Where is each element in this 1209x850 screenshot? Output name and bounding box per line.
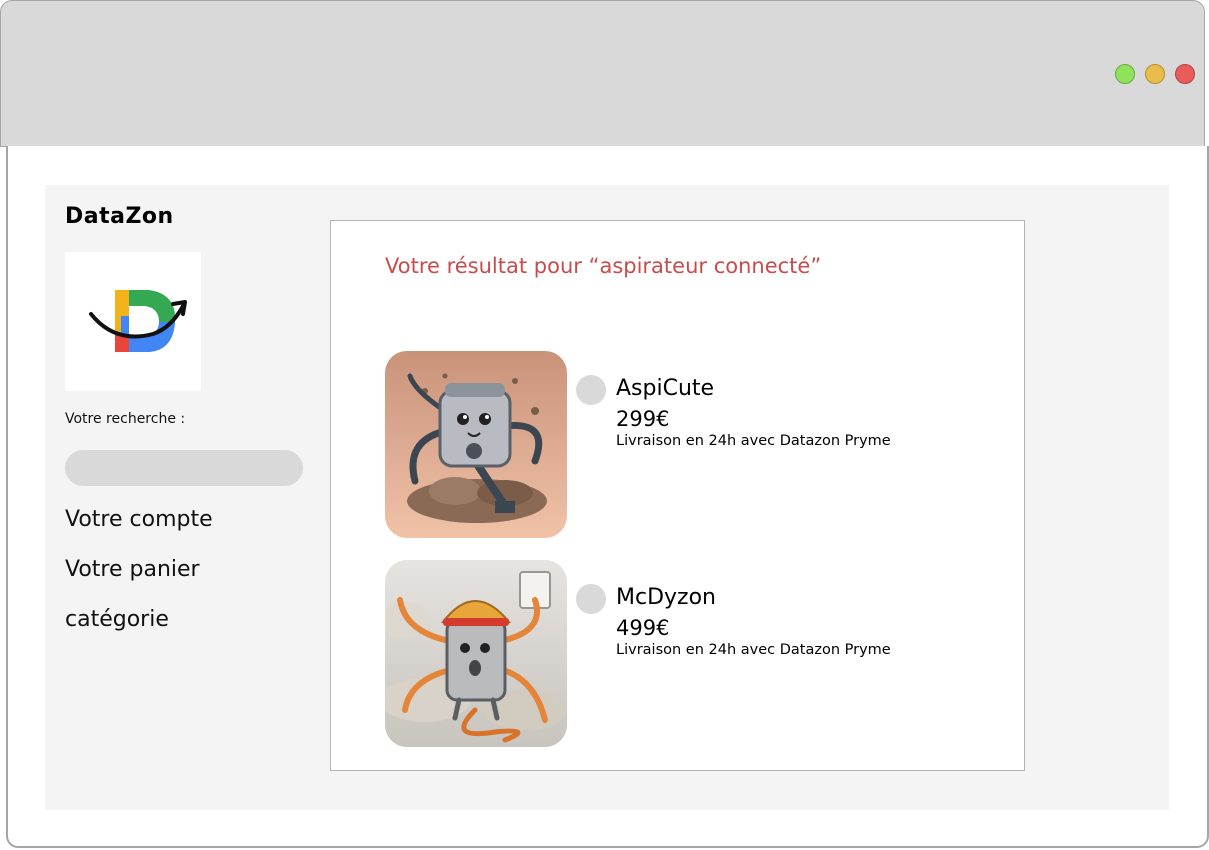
datazon-logo bbox=[65, 252, 201, 391]
brand-name: DataZon bbox=[65, 204, 174, 229]
select-radio[interactable] bbox=[576, 375, 606, 405]
nav-category[interactable]: catégorie bbox=[65, 607, 169, 632]
product-image[interactable] bbox=[385, 351, 567, 538]
product-card[interactable]: McDyzon 499€ Livraison en 24h avec Dataz… bbox=[385, 560, 985, 748]
nav-cart[interactable]: Votre panier bbox=[65, 557, 200, 582]
product-price: 299€ bbox=[616, 407, 670, 431]
product-price: 499€ bbox=[616, 616, 670, 640]
cute-vacuum-robot-image bbox=[385, 351, 567, 538]
search-label: Votre recherche : bbox=[65, 411, 186, 427]
results-panel: Votre résultat pour “aspirateur connecté… bbox=[330, 220, 1025, 771]
minimize-button[interactable] bbox=[1145, 64, 1165, 84]
product-name[interactable]: AspiCute bbox=[616, 376, 714, 401]
nav-account[interactable]: Votre compte bbox=[65, 507, 213, 532]
product-name[interactable]: McDyzon bbox=[616, 585, 716, 610]
maximize-button[interactable] bbox=[1115, 64, 1135, 84]
select-radio[interactable] bbox=[576, 584, 606, 614]
product-image[interactable] bbox=[385, 560, 567, 747]
product-card[interactable]: AspiCute 299€ Livraison en 24h avec Data… bbox=[385, 351, 985, 539]
results-title: Votre résultat pour “aspirateur connecté… bbox=[385, 254, 822, 278]
browser-titlebar bbox=[0, 0, 1205, 147]
product-shipping: Livraison en 24h avec Datazon Pryme bbox=[616, 433, 891, 449]
product-shipping: Livraison en 24h avec Datazon Pryme bbox=[616, 642, 891, 658]
close-button[interactable] bbox=[1175, 64, 1195, 84]
logo-icon bbox=[89, 290, 187, 352]
search-input[interactable] bbox=[65, 450, 303, 486]
chaotic-vacuum-robot-image bbox=[385, 560, 567, 747]
